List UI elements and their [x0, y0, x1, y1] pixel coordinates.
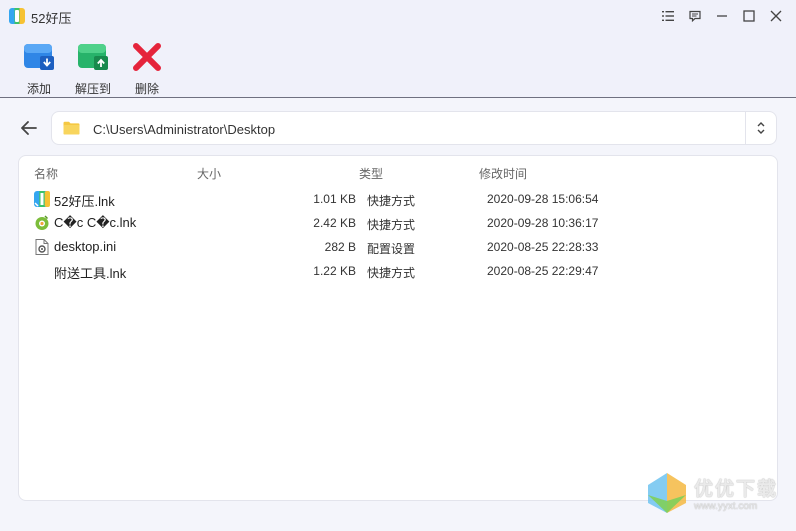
file-size: 2.42 KB — [313, 216, 356, 230]
file-modified: 2020-08-25 22:29:47 — [487, 264, 599, 278]
minimize-button[interactable] — [712, 6, 732, 26]
address-dropdown-button[interactable] — [745, 112, 776, 144]
file-size: 282 B — [324, 240, 356, 254]
haozip-logo-icon — [9, 8, 25, 24]
folder-icon — [63, 121, 80, 135]
table-row[interactable]: 附送工具.lnk 1.22 KB 快捷方式 2020-08-25 22:29:4… — [19, 259, 777, 283]
column-header-modified[interactable]: 修改时间 — [479, 165, 527, 182]
coccoc-browser-icon — [35, 215, 49, 230]
watermark-logo: 优优下载 www.yyxt.com — [646, 471, 778, 515]
delete-button-label: 删除 — [134, 82, 159, 96]
column-header-name[interactable]: 名称 — [34, 165, 58, 182]
file-modified: 2020-08-25 22:28:33 — [487, 240, 599, 254]
maximize-icon — [743, 10, 755, 22]
table-row[interactable]: C�c C�c.lnk 2.42 KB 快捷方式 2020-09-28 10:3… — [19, 211, 777, 235]
extract-to-button-label: 解压到 — [74, 82, 111, 96]
settings-file-icon — [35, 239, 49, 255]
maximize-button[interactable] — [739, 6, 759, 26]
watermark-brand: 优优下载 — [693, 479, 778, 500]
file-type: 快捷方式 — [367, 266, 416, 280]
file-name: C�c C�c.lnk — [54, 215, 137, 230]
title-bar: 52好压 — [0, 0, 796, 32]
window-title: 52好压 — [31, 11, 72, 26]
extract-to-button[interactable]: 解压到 — [70, 32, 116, 97]
delete-button[interactable]: 删除 — [124, 32, 170, 97]
file-type: 快捷方式 — [367, 194, 416, 208]
table-row[interactable]: desktop.ini 282 B 配置设置 2020-08-25 22:28:… — [19, 235, 777, 259]
column-header-type[interactable]: 类型 — [359, 165, 383, 182]
watermark-url: www.yyxt.com — [693, 501, 758, 512]
window-controls — [658, 6, 786, 26]
close-icon — [770, 10, 782, 22]
file-type: 配置设置 — [367, 242, 416, 256]
file-size: 1.01 KB — [313, 192, 356, 206]
column-header-size[interactable]: 大小 — [197, 165, 221, 182]
add-button-label: 添加 — [26, 82, 51, 96]
yyxt-logo-icon — [647, 473, 686, 513]
table-row[interactable]: 52好压.lnk 1.01 KB 快捷方式 2020-09-28 15:06:5… — [19, 187, 777, 211]
list-menu-icon — [662, 11, 674, 21]
menu-button[interactable] — [658, 6, 678, 26]
minimize-icon — [717, 15, 727, 17]
add-archive-icon — [24, 44, 54, 70]
file-list: 名称 大小 类型 修改时间 52好压.lnk 1.01 KB 快捷方式 2020… — [18, 155, 778, 501]
feedback-button[interactable] — [685, 6, 705, 26]
file-name: 附送工具.lnk — [54, 266, 127, 281]
file-type: 快捷方式 — [367, 218, 416, 232]
arrow-left-icon — [21, 121, 37, 135]
add-button[interactable]: 添加 — [16, 32, 62, 97]
file-modified: 2020-09-28 15:06:54 — [487, 192, 599, 206]
address-path: C:\Users\Administrator\Desktop — [93, 122, 276, 137]
extract-to-icon — [78, 44, 108, 70]
address-bar[interactable]: C:\Users\Administrator\Desktop — [51, 111, 777, 145]
file-name: 52好压.lnk — [54, 194, 115, 209]
file-modified: 2020-09-28 10:36:17 — [487, 216, 599, 230]
message-icon — [689, 10, 701, 22]
back-button[interactable] — [19, 119, 39, 137]
toolbar: 添加 解压到 删除 — [0, 32, 796, 98]
updown-chevron-icon — [757, 122, 765, 134]
delete-icon — [133, 43, 161, 71]
file-name: desktop.ini — [54, 239, 117, 254]
file-size: 1.22 KB — [313, 264, 356, 278]
haozip-app-icon — [34, 191, 50, 207]
app-window: 52好压 添加 解压到 删除 C:\Users\Administrator\De… — [0, 0, 796, 531]
close-button[interactable] — [766, 6, 786, 26]
